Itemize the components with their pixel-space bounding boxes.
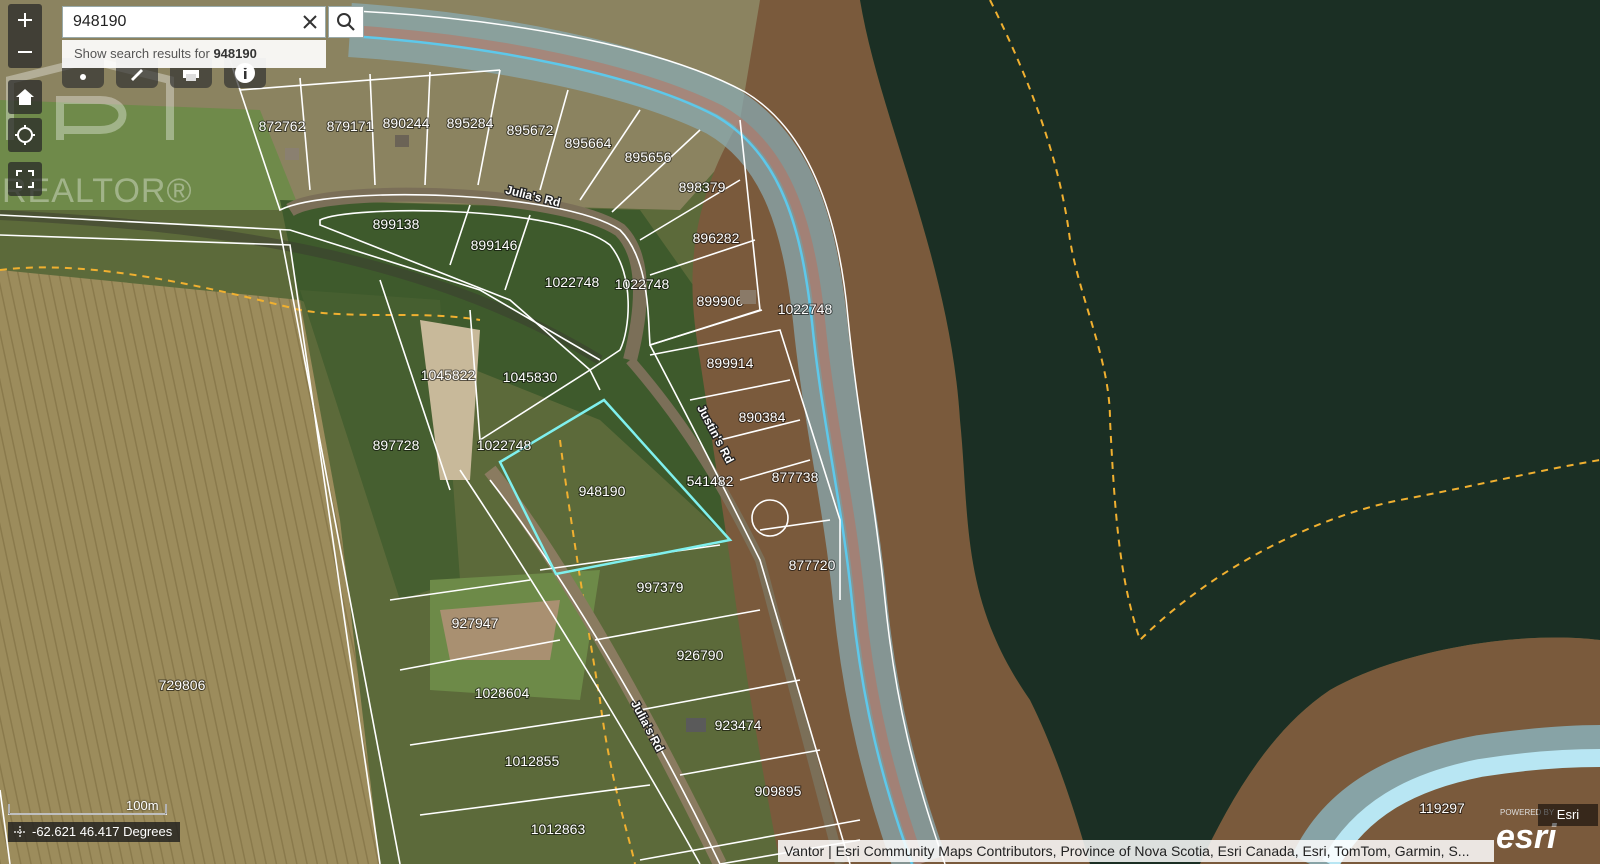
parcel-label-899138: 899138 <box>373 216 420 232</box>
parcel-label-895656: 895656 <box>625 149 672 165</box>
parcel-label-890384: 890384 <box>739 409 786 425</box>
home-icon <box>16 89 34 105</box>
crosshair-icon <box>14 826 26 838</box>
parcel-label-899906: 899906 <box>697 293 744 309</box>
parcel-label-897728: 897728 <box>373 437 420 453</box>
map-attribution[interactable]: Vantor | Esri Community Maps Contributor… <box>778 840 1494 862</box>
parcel-label-1022748: 1022748 <box>778 301 833 317</box>
parcel-label-879171: 879171 <box>327 118 374 134</box>
parcel-label-895664: 895664 <box>565 135 612 151</box>
esri-badge[interactable]: Esri <box>1538 804 1598 826</box>
zoom-control <box>8 4 42 68</box>
parcel-label-899914: 899914 <box>707 355 754 371</box>
parcel-label-729806: 729806 <box>159 677 206 693</box>
parcel-label-119297: 119297 <box>1419 800 1465 816</box>
locate-icon <box>15 125 35 145</box>
parcel-label-898379: 898379 <box>679 179 726 195</box>
parcel-label-896282: 896282 <box>693 230 740 246</box>
parcel-label-1012855: 1012855 <box>505 753 560 769</box>
locate-button[interactable] <box>8 118 42 152</box>
parcel-label-997379: 997379 <box>637 579 684 595</box>
parcel-label-923474: 923474 <box>715 717 762 733</box>
minus-icon <box>18 51 32 53</box>
parcel-label-899146: 899146 <box>471 237 518 253</box>
suggestion-term: 948190 <box>213 46 257 61</box>
building <box>285 148 299 160</box>
parcel-label-541482: 541482 <box>687 473 734 489</box>
parcel-label-1022748: 1022748 <box>615 276 670 292</box>
parcel-label-948190: 948190 <box>579 483 626 499</box>
parcel-label-877738: 877738 <box>772 469 819 485</box>
search-input[interactable] <box>63 12 296 32</box>
home-button[interactable] <box>8 80 42 114</box>
parcel-label-1012863: 1012863 <box>531 821 586 837</box>
search-suggestion[interactable]: Show search results for 948190 <box>62 40 326 68</box>
parcel-label-926790: 926790 <box>677 647 724 663</box>
parcel-label-890244: 890244 <box>383 115 430 131</box>
clear-search-button[interactable] <box>296 7 325 37</box>
building <box>686 718 706 732</box>
parcel-label-877720: 877720 <box>789 557 836 573</box>
parcel-label-909895: 909895 <box>755 783 802 799</box>
parcel-label-895284: 895284 <box>447 115 494 131</box>
parcel-label-1022748: 1022748 <box>477 437 532 453</box>
search-box <box>62 6 326 38</box>
search-button[interactable] <box>328 6 364 38</box>
zoom-in-button[interactable] <box>8 4 42 36</box>
coordinate-text: -62.621 46.417 Degrees <box>32 824 173 839</box>
plus-icon <box>18 13 32 27</box>
scale-bar-label: 100m <box>126 798 159 813</box>
map-canvas[interactable]: 872762 879171 890244 895284 895672 895664 8956… <box>0 0 1600 864</box>
parcel-label-1045830: 1045830 <box>503 369 558 385</box>
parcel-label-927947: 927947 <box>452 615 499 631</box>
fullscreen-button[interactable] <box>8 162 42 196</box>
parcel-label-895672: 895672 <box>507 122 554 138</box>
parcel-label-1045822: 1045822 <box>421 367 476 383</box>
parcel-label-1022748: 1022748 <box>545 274 600 290</box>
fullscreen-icon <box>16 170 34 188</box>
suggestion-prefix: Show search results for <box>74 46 214 61</box>
zoom-out-button[interactable] <box>8 36 42 68</box>
search-icon <box>337 13 355 31</box>
parcel-label-1028604: 1028604 <box>475 685 530 701</box>
building <box>740 290 756 304</box>
parcel-label-872762: 872762 <box>259 118 306 134</box>
coordinate-readout: -62.621 46.417 Degrees <box>8 822 181 842</box>
building <box>395 135 409 147</box>
close-icon <box>303 15 318 29</box>
